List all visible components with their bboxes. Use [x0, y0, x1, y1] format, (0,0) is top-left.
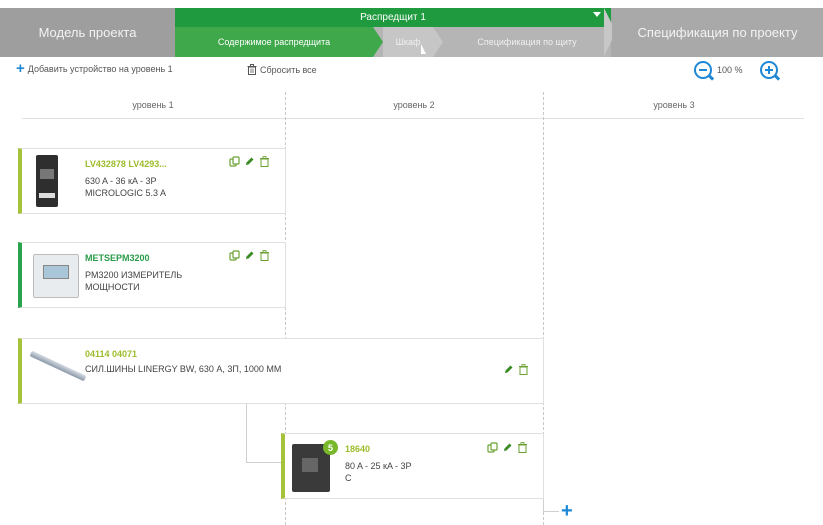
tab-arrow [433, 27, 443, 57]
add-child-device-icon[interactable]: + [561, 501, 573, 521]
delete-trash-icon[interactable] [517, 442, 528, 453]
level-2-header: уровень 2 [393, 100, 435, 110]
duplicate-icon[interactable] [229, 250, 240, 261]
zoom-out-icon[interactable] [694, 61, 712, 79]
device-code: METSEPM3200 [85, 253, 150, 263]
level-3-header: уровень 3 [653, 100, 695, 110]
mouse-cursor-icon [421, 44, 426, 54]
chevron-down-icon [593, 12, 601, 17]
card-actions [229, 250, 270, 261]
edit-pencil-icon[interactable] [503, 364, 514, 375]
edit-pencil-icon[interactable] [244, 156, 255, 167]
switchboard-dropdown[interactable]: Распредщит 1 [175, 8, 611, 27]
nav-project-model[interactable]: Модель проекта [0, 8, 175, 57]
device-card[interactable]: LV432878 LV4293... 630 A - 36 кA - 3P MI… [18, 148, 286, 214]
device-code: LV432878 LV4293... [85, 159, 167, 169]
zoom-level: 100 % [717, 65, 743, 75]
edit-pencil-icon[interactable] [502, 442, 513, 453]
tab-arrow [373, 27, 383, 57]
nav-project-spec[interactable]: Спецификация по проекту [612, 8, 823, 57]
tree-connector [246, 404, 247, 462]
reset-all-button[interactable]: Сбросить все [247, 64, 317, 75]
reset-all-label: Сбросить все [260, 64, 317, 75]
add-device-button[interactable]: + Добавить устройство на уровень 1 [16, 60, 173, 77]
device-code: 04114 04071 [85, 349, 138, 359]
device-description: 80 A - 25 кA - 3P C [345, 461, 412, 483]
breaker-image [36, 155, 58, 207]
delete-trash-icon[interactable] [518, 364, 529, 375]
device-description: СИЛ.ШИНЫ LINERGY BW, 630 А, 3П, 1000 ММ [85, 364, 282, 374]
card-actions [503, 364, 529, 375]
duplicate-icon[interactable] [487, 442, 498, 453]
level-1-header: уровень 1 [132, 100, 174, 110]
delete-trash-icon[interactable] [259, 156, 270, 167]
tree-connector [543, 499, 544, 511]
card-actions [229, 156, 270, 167]
level-header-divider [22, 118, 804, 119]
trash-icon [247, 64, 257, 75]
toolbar: + Добавить устройство на уровень 1 Сброс… [0, 58, 823, 84]
device-description: 630 A - 36 кA - 3P MICROLOGIC 5.3 A [85, 176, 167, 198]
tree-connector [246, 462, 281, 463]
busbar-image [29, 350, 87, 382]
device-description: PM3200 ИЗМЕРИТЕЛЬ МОЩНОСТИ [85, 270, 183, 292]
device-code: 18640 [345, 444, 371, 454]
quantity-badge: 5 [323, 440, 338, 455]
device-card[interactable]: 04114 04071 СИЛ.ШИНЫ LINERGY BW, 630 А, … [18, 338, 544, 404]
tab-switchboard-spec[interactable]: Спецификация по щиту [443, 27, 611, 57]
tab-switchboard-content[interactable]: Содержимое распредщита [175, 27, 373, 57]
add-device-label: Добавить устройство на уровень 1 [27, 64, 173, 74]
edit-pencil-icon[interactable] [244, 250, 255, 261]
device-card[interactable]: METSEPM3200 PM3200 ИЗМЕРИТЕЛЬ МОЩНОСТИ [18, 242, 286, 308]
power-meter-image [33, 254, 79, 298]
plus-icon: + [16, 60, 25, 77]
tree-connector [543, 511, 559, 512]
device-card[interactable]: 5 18640 80 A - 25 кA - 3P C [281, 433, 544, 499]
app-root: Модель проекта Распредщит 1 Содержимое р… [0, 0, 823, 525]
nav-switchboard-group: Распредщит 1 Содержимое распредщита Шкаф… [175, 8, 611, 57]
duplicate-icon[interactable] [229, 156, 240, 167]
switchboard-title: Распредщит 1 [360, 12, 426, 23]
top-navigation: Модель проекта Распредщит 1 Содержимое р… [0, 0, 823, 57]
card-actions [487, 442, 528, 453]
zoom-in-icon[interactable] [760, 61, 778, 79]
delete-trash-icon[interactable] [259, 250, 270, 261]
